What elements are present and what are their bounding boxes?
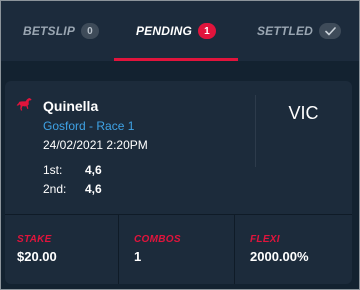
stats-divider xyxy=(5,214,352,215)
flexi-label: FLEXI xyxy=(250,234,280,245)
betslip-count-badge: 0 xyxy=(81,23,100,39)
selection-2nd-label: 2nd: xyxy=(43,182,67,196)
check-icon xyxy=(319,23,342,39)
bet-tabs: BETSLIP 0 PENDING 1 SETTLED xyxy=(1,1,359,61)
bet-type: Quinella xyxy=(43,98,99,114)
active-tab-indicator xyxy=(114,58,238,61)
flexi-value: 2000.00% xyxy=(250,249,309,264)
tab-settled-label: SETTLED xyxy=(256,24,314,38)
stake-value: $20.00 xyxy=(17,249,57,264)
tab-pending[interactable]: PENDING 1 xyxy=(113,1,239,61)
pending-count-badge: 1 xyxy=(198,23,217,39)
horse-icon xyxy=(16,97,32,111)
tab-settled[interactable]: SETTLED xyxy=(239,1,359,61)
venue-code: VIC xyxy=(288,103,319,123)
race-link[interactable]: Gosford - Race 1 xyxy=(43,119,134,133)
selection-1st-label: 1st: xyxy=(43,163,63,177)
stat-divider xyxy=(234,214,235,284)
combos-label: COMBOS xyxy=(134,234,181,245)
combos-value: 1 xyxy=(134,249,142,264)
tab-betslip-label: BETSLIP xyxy=(22,24,76,38)
tab-pending-label: PENDING xyxy=(135,24,193,38)
stake-label: STAKE xyxy=(17,234,52,245)
pending-bet-card[interactable]: Quinella Gosford - Race 1 24/02/2021 2:2… xyxy=(5,81,352,284)
stat-divider xyxy=(118,214,119,284)
tab-betslip[interactable]: BETSLIP 0 xyxy=(1,1,121,61)
race-datetime: 24/02/2021 2:20PM xyxy=(43,138,148,152)
bets-panel: BETSLIP 0 PENDING 1 SETTLED Quinella Gos… xyxy=(0,0,360,290)
selection-1st-value: 4,6 xyxy=(85,163,102,177)
selection-2nd-value: 4,6 xyxy=(85,182,102,196)
